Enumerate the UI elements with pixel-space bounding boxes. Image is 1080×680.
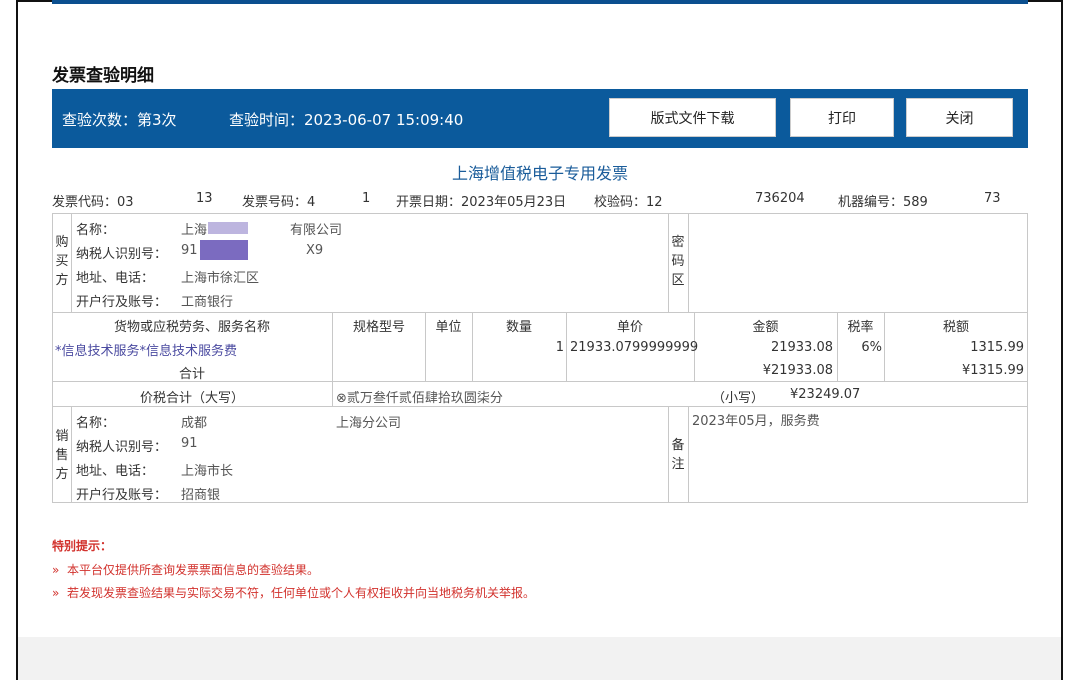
col-header-tax: 税额: [942, 320, 969, 335]
col-header-qty: 数量: [505, 320, 532, 335]
buyer-name-tail: 有限公司: [290, 223, 343, 238]
remarks-label: 备注: [671, 438, 685, 472]
notice-item: » 若发现发票查验结果与实际交易不符，任何单位或个人有权拒收并向当地税务机关举报…: [52, 586, 535, 600]
notice-text: 本平台仅提供所查询发票票面信息的查验结果。: [66, 563, 319, 577]
buyer-label: 购买方: [55, 235, 69, 288]
notice-title: 特别提示：: [52, 539, 113, 553]
invoice-title: 上海增值税电子专用发票: [451, 164, 628, 183]
buyer-name-label: 名称：: [76, 223, 116, 238]
top-bar: [52, 0, 1028, 4]
seller-tax-id: 91: [181, 436, 198, 451]
total-label: 合计: [178, 367, 205, 382]
seller-bank-label: 开户行及账号：: [76, 488, 168, 503]
seller-name-tail: 上海分公司: [336, 416, 402, 431]
divider: [332, 381, 333, 407]
print-button[interactable]: 打印: [790, 98, 894, 137]
invoice-number-tail: 1: [362, 191, 371, 206]
machine-number-tail: 73: [984, 191, 1001, 206]
item-amount: 21933.08: [770, 340, 833, 355]
col-header-rate: 税率: [847, 320, 874, 335]
window-border: [1061, 0, 1063, 680]
seller-addr-label: 地址、电话：: [76, 464, 155, 479]
col-header-spec: 规格型号: [352, 320, 405, 335]
download-button[interactable]: 版式文件下载: [609, 98, 776, 137]
seller-tax-label: 纳税人识别号：: [76, 440, 168, 455]
notice-item: » 本平台仅提供所查询发票票面信息的查验结果。: [52, 563, 319, 577]
redaction: [200, 240, 248, 260]
grand-total-label: 价税合计（大写）: [139, 391, 244, 406]
buyer-address: 上海市徐汇区: [181, 271, 260, 286]
notice-text: 若发现发票查验结果与实际交易不符，任何单位或个人有权拒收并向当地税务机关举报。: [66, 586, 535, 600]
col-header-unit: 单位: [435, 320, 462, 335]
buyer-addr-label: 地址、电话：: [76, 271, 155, 286]
check-time: 查验时间：2023-06-07 15:09:40: [229, 111, 464, 129]
item-price: 21933.0799999999: [570, 340, 699, 355]
total-tax: ¥1315.99: [961, 363, 1024, 378]
total-amount: ¥21933.08: [762, 363, 833, 378]
item-qty: 1: [555, 340, 564, 355]
page-title: 发票查验明细: [52, 66, 154, 86]
buyer-tax-id: 91: [181, 243, 198, 258]
seller-bank: 招商银: [181, 488, 221, 503]
col-header-amount: 金额: [752, 320, 779, 335]
seller-address: 上海市长: [181, 464, 234, 479]
window-border: [16, 0, 18, 680]
buyer-name: 上海: [181, 223, 208, 238]
invoice-code-tail: 13: [196, 191, 213, 206]
machine-number: 机器编号：589: [838, 195, 928, 210]
item-name: *信息技术服务*信息技术服务费: [55, 344, 238, 359]
password-area-label: 密码区: [671, 235, 685, 288]
buyer-tax-label: 纳税人识别号：: [76, 247, 168, 262]
col-header-price: 单价: [616, 320, 643, 335]
item-tax: 1315.99: [970, 340, 1024, 355]
grand-total-upper: ⊗贰万叁仟贰佰肆拾玖圆柒分: [336, 391, 503, 406]
invoice-date: 开票日期：2023年05月23日: [396, 195, 567, 210]
check-code-tail: 736204: [755, 191, 805, 206]
check-count: 查验次数：第3次: [62, 111, 177, 129]
check-header: 查验次数：第3次 查验时间：2023-06-07 15:09:40 版式文件下载…: [52, 89, 1028, 148]
remarks-text: 2023年05月，服务费: [692, 414, 820, 429]
redaction: [208, 222, 248, 234]
grand-total-lower-label: （小写）: [712, 391, 765, 406]
invoice-number: 发票号码：4: [242, 195, 316, 210]
check-code: 校验码：12: [594, 195, 663, 210]
seller-name-label: 名称：: [76, 416, 116, 431]
item-rate: 6%: [861, 340, 882, 355]
grand-total-lower: ¥23249.07: [790, 387, 861, 402]
seller-label: 销售方: [55, 429, 69, 482]
buyer-bank: 工商银行: [181, 295, 234, 310]
buyer-bank-label: 开户行及账号：: [76, 295, 168, 310]
invoice-code: 发票代码：03: [52, 195, 134, 210]
footer: [18, 637, 1061, 680]
buyer-tax-tail: X9: [306, 243, 324, 258]
col-header-name: 货物或应税劳务、服务名称: [113, 320, 270, 335]
close-button[interactable]: 关闭: [906, 98, 1013, 137]
seller-name: 成都: [181, 416, 208, 431]
